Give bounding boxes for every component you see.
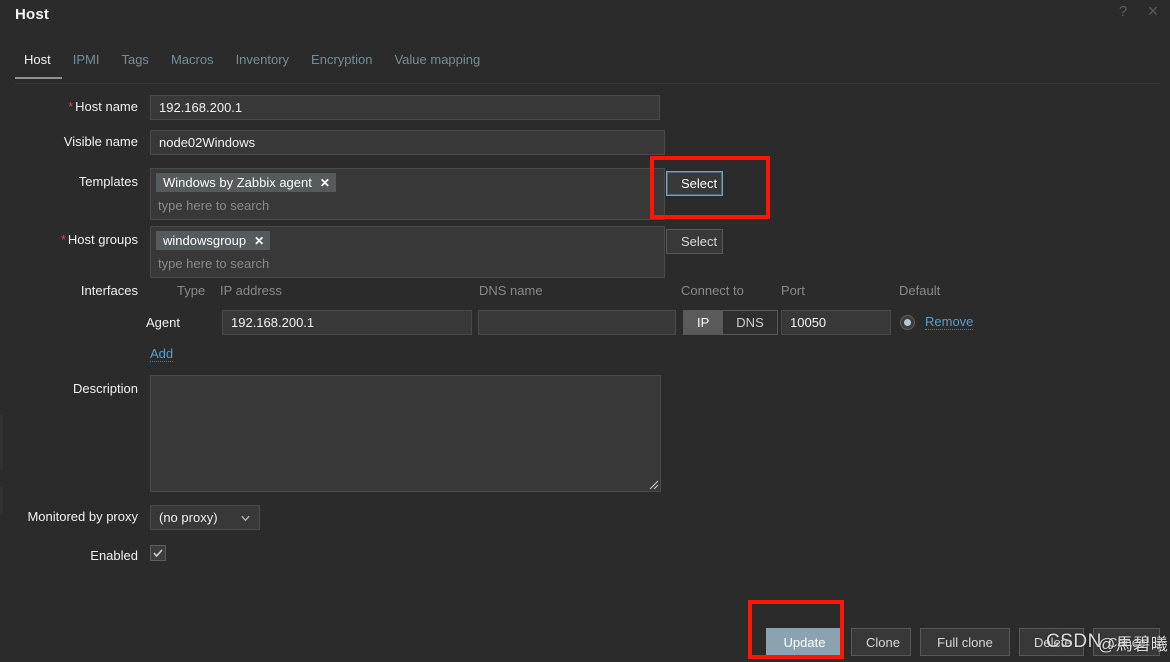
close-icon[interactable]: × — [1142, 0, 1164, 22]
templates-label: Templates — [78, 174, 138, 189]
templates-multiselect[interactable]: Windows by Zabbix agent ✕ — [150, 168, 665, 220]
tab-inventory[interactable]: Inventory — [225, 52, 300, 79]
checkmark-icon — [153, 549, 163, 558]
row-monitored-by-proxy: Monitored by proxy (no proxy) — [0, 496, 1170, 536]
interfaces-label: Interfaces — [80, 283, 138, 298]
tab-tags[interactable]: Tags — [110, 52, 159, 79]
monitored-by-proxy-select[interactable]: (no proxy) — [150, 505, 260, 530]
host-group-chip-label: windowsgroup — [163, 233, 247, 248]
template-chip-remove-icon[interactable]: ✕ — [320, 177, 330, 189]
tab-macros[interactable]: Macros — [160, 52, 225, 79]
row-description: Description — [0, 368, 1170, 496]
enabled-label: Enabled — [90, 548, 138, 563]
interfaces-col-type: Type — [177, 283, 206, 298]
connect-to-ip-option[interactable]: IP — [684, 311, 723, 334]
tab-ipmi[interactable]: IPMI — [62, 52, 111, 79]
tab-value-mapping[interactable]: Value mapping — [383, 52, 491, 79]
description-label: Description — [72, 381, 138, 396]
host-name-label: * Host name — [68, 99, 138, 114]
row-host-groups: *Host groups windowsgroup ✕ Select — [0, 218, 1170, 278]
radio-dot — [904, 319, 911, 326]
templates-select-button[interactable]: Select — [666, 171, 723, 196]
host-groups-select-button[interactable]: Select — [666, 229, 723, 254]
visible-name-label: Visible name — [63, 134, 138, 149]
cancel-button[interactable]: Cancel — [1093, 628, 1160, 656]
monitored-by-proxy-select-box[interactable]: (no proxy) — [150, 505, 260, 530]
enabled-checkbox[interactable] — [150, 545, 166, 561]
templates-search-input[interactable] — [156, 195, 649, 215]
header-buttons: ? × — [1112, 0, 1164, 22]
tab-host[interactable]: Host — [15, 52, 62, 79]
interfaces-col-connect-to: Connect to — [681, 283, 744, 298]
required-marker: * — [60, 232, 66, 247]
interface-add-link[interactable]: Add — [150, 346, 174, 362]
host-group-chip-remove-icon[interactable]: ✕ — [254, 235, 264, 247]
row-interfaces: Interfaces Type IP address DNS name Conn… — [0, 276, 1170, 368]
interface-remove-link[interactable]: Remove — [925, 314, 974, 330]
description-textarea[interactable] — [150, 375, 661, 492]
host-name-input[interactable] — [150, 95, 660, 120]
tab-encryption[interactable]: Encryption — [300, 52, 383, 79]
connect-to-dns-option[interactable]: DNS — [722, 311, 777, 334]
visible-name-input[interactable] — [150, 130, 665, 155]
interface-dns-input[interactable] — [478, 310, 676, 335]
monitored-by-proxy-label: Monitored by proxy — [27, 509, 138, 524]
dialog-header: Host ? × — [0, 0, 1170, 40]
host-form: *Host name Visible name Templates Window… — [0, 92, 1170, 572]
page-title: Host — [15, 6, 50, 23]
description-wrapper — [150, 375, 661, 492]
monitored-by-proxy-value: (no proxy) — [159, 510, 218, 525]
interface-connect-to-toggle[interactable]: IP DNS — [683, 310, 778, 335]
interface-type-label: Agent — [146, 315, 180, 330]
host-group-chip: windowsgroup ✕ — [156, 231, 271, 250]
host-groups-search-input[interactable] — [156, 253, 649, 273]
interface-port-input[interactable] — [781, 310, 891, 335]
dialog-footer: Update Clone Full clone Delete Cancel — [0, 610, 1170, 662]
required-marker: * — [68, 99, 74, 114]
row-enabled: Enabled — [0, 536, 1170, 572]
clone-button[interactable]: Clone — [851, 628, 911, 656]
interface-ip-input[interactable] — [222, 310, 472, 335]
interface-default-radio[interactable] — [900, 315, 915, 330]
tab-bar: Host IPMI Tags Macros Inventory Encrypti… — [15, 52, 1160, 84]
interfaces-col-port: Port — [781, 283, 805, 298]
help-icon[interactable]: ? — [1112, 0, 1134, 22]
host-groups-multiselect[interactable]: windowsgroup ✕ — [150, 226, 665, 278]
delete-button[interactable]: Delete — [1019, 628, 1084, 656]
update-button[interactable]: Update — [766, 628, 843, 656]
row-host-name: * Host name — [0, 92, 1170, 124]
template-chip: Windows by Zabbix agent ✕ — [156, 173, 336, 192]
template-chip-label: Windows by Zabbix agent — [163, 175, 312, 190]
host-groups-label: * Host groups — [60, 232, 138, 247]
interfaces-col-ip: IP address — [220, 283, 282, 298]
row-templates: Templates Windows by Zabbix agent ✕ Sele… — [0, 160, 1170, 220]
tab-bar-divider — [15, 83, 1160, 84]
interface-row: Agent IP DNS Remove — [0, 308, 1170, 338]
chevron-down-icon — [241, 515, 250, 521]
host-configuration-dialog: Host ? × Host IPMI Tags Macros Inventory… — [0, 0, 1170, 662]
interfaces-col-default: Default — [899, 283, 941, 298]
row-visible-name: Visible name — [0, 124, 1170, 160]
full-clone-button[interactable]: Full clone — [920, 628, 1010, 656]
interfaces-col-dns: DNS name — [479, 283, 543, 298]
